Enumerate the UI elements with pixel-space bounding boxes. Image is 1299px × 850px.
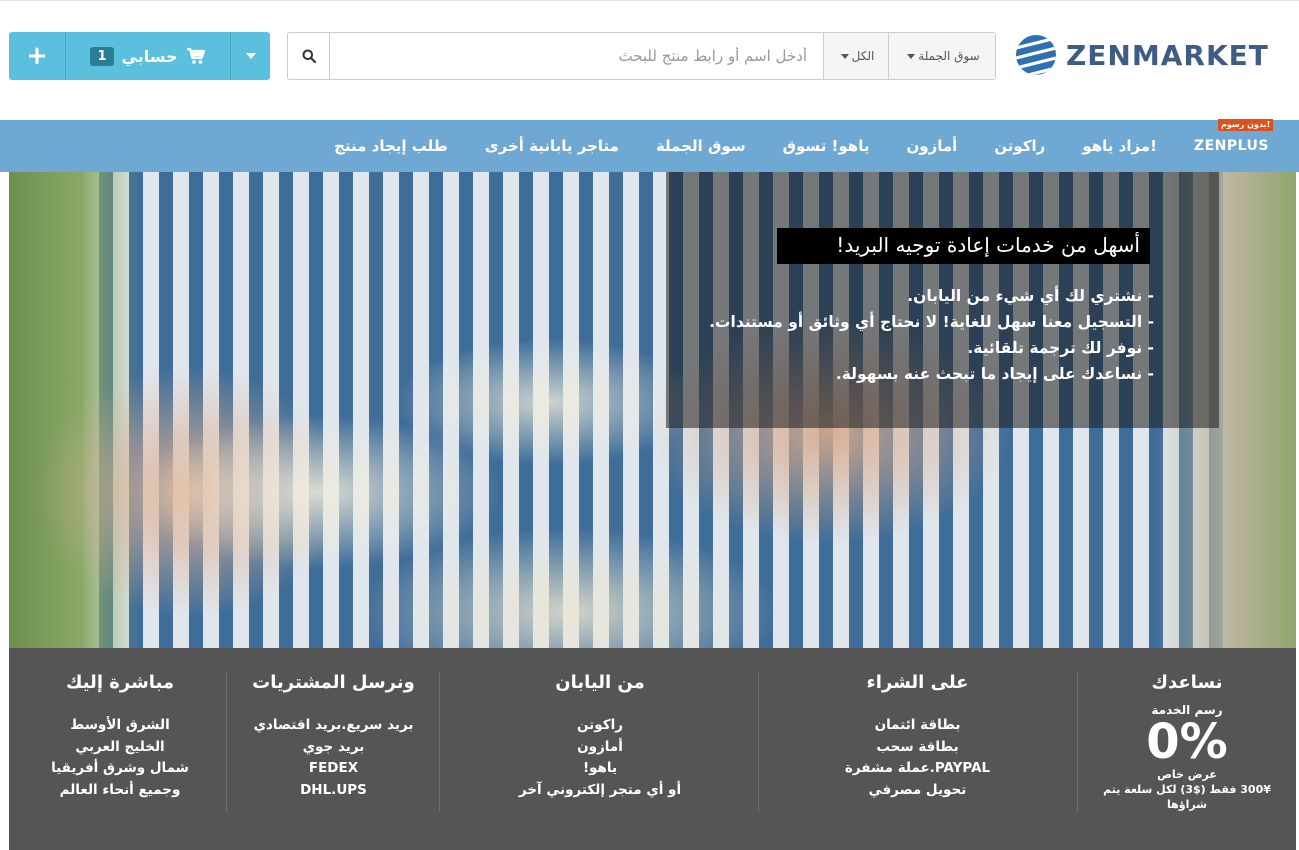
feature-column-shipping: ونرسل المشتريات بريد سريع.بريد اقتصادي ب…	[236, 672, 431, 801]
feature-item: الشرق الأوسط	[70, 717, 170, 733]
logo-wordmark: ZENMARKET	[1066, 38, 1269, 72]
nav-item-rakuten[interactable]: راكوتن	[994, 137, 1045, 155]
category-dropdown-label: الكل	[851, 49, 875, 63]
hero-bullet: - نساعدك على إيجاد ما تبحث عنه بسهولة.	[835, 365, 1154, 383]
feature-column-help: نساعدك رسم الخدمة 0% عرض خاص 300¥ فقط ($…	[1087, 672, 1287, 812]
feature-item: وجميع أنحاء العالم	[59, 781, 181, 798]
search-bar: الكل سوق الجملة	[287, 32, 996, 80]
chevron-down-icon	[840, 53, 849, 59]
feature-heading: على الشراء	[866, 672, 969, 693]
globe-logo-icon	[1016, 35, 1056, 75]
nav-list: ZENPLUS مزاد ياهو! راكوتن أمازون ياهو! ت…	[334, 120, 1269, 172]
nav-item-wholesale-market[interactable]: سوق الجملة	[656, 137, 746, 155]
account-cart-button[interactable]: 1 حسابي	[66, 32, 230, 80]
search-icon	[302, 49, 316, 63]
feature-item: أو أي متجر إلكتروني آخر	[518, 781, 682, 798]
feature-item: تحويل مصرفي	[868, 781, 967, 798]
nav-item-product-request[interactable]: طلب إيجاد منتج	[334, 137, 448, 155]
feature-column-stores: من اليابان راكوتن أمازون ياهو! أو أي متج…	[450, 672, 750, 801]
hero-bullet: - نشتري لك أي شيء من اليابان.	[907, 287, 1154, 305]
search-button[interactable]	[288, 33, 330, 79]
account-button-group: + 1 حسابي	[9, 32, 270, 80]
add-button[interactable]: +	[9, 32, 66, 80]
feature-item: أمازون	[577, 738, 623, 755]
category-dropdown[interactable]: الكل	[823, 33, 888, 79]
nav-item-zenplus[interactable]: ZENPLUS	[1194, 138, 1269, 154]
account-dropdown-toggle[interactable]	[230, 32, 270, 80]
hero-title: أسهل من خدمات إعادة توجيه البريد!	[777, 228, 1150, 264]
column-divider	[226, 672, 227, 812]
feature-item: بطاقة ائتمان	[874, 717, 961, 733]
nav-item-yahoo-shopping[interactable]: ياهو! تسوق	[783, 137, 870, 155]
feature-heading: نساعدك	[1151, 672, 1223, 693]
site-header: ZENMARKET الكل سوق الجملة + 1 حسابي	[0, 0, 1299, 120]
feature-item: بريد جوي	[302, 738, 365, 755]
feature-item: شمال وشرق أفريقيا	[51, 760, 189, 776]
column-divider	[1077, 672, 1078, 812]
feature-column-payment: على الشراء بطاقة ائتمان بطاقة سحب PAYPAL…	[770, 672, 1065, 801]
nav-item-yahoo-auctions[interactable]: مزاد ياهو!	[1082, 137, 1157, 155]
feature-item: بريد سريع.بريد اقتصادي	[253, 717, 414, 733]
feature-heading: من اليابان	[555, 672, 645, 693]
account-label: حسابي	[121, 46, 178, 66]
no-fees-badge: بدون رسوم!	[1218, 119, 1274, 131]
feature-item: FEDEX	[308, 760, 359, 776]
hero-bullet: - نوفر لك ترجمة تلقائية.	[967, 339, 1154, 357]
special-offer-label: عرض خاص	[1157, 768, 1217, 781]
chevron-down-icon	[907, 53, 916, 59]
store-dropdown-label: سوق الجملة	[918, 49, 980, 63]
plus-icon: +	[26, 41, 48, 71]
hero-bullet: - التسجيل معنا سهل للغاية! لا نحتاج أي و…	[709, 313, 1154, 331]
feature-column-destinations: مباشرة إليك الشرق الأوسط الخليج العربي ش…	[20, 672, 220, 801]
feature-item: راكوتن	[577, 717, 623, 733]
shopping-cart-icon	[186, 47, 205, 64]
zenmarket-logo[interactable]: ZENMARKET	[1012, 31, 1272, 79]
main-navigation: ZENPLUS مزاد ياهو! راكوتن أمازون ياهو! ت…	[0, 120, 1299, 172]
column-divider	[758, 672, 759, 812]
feature-item: PAYPAL.عملة مشفرة	[844, 760, 991, 776]
search-input[interactable]	[330, 33, 823, 79]
feature-item: بطاقة سحب	[876, 738, 959, 755]
feature-item: DHL.UPS	[300, 781, 367, 798]
service-fee-value: 0%	[1146, 714, 1228, 770]
special-offer-text: 300¥ فقط ($3) لكل سلعة يتم شراؤها	[1103, 783, 1271, 811]
feature-heading: مباشرة إليك	[65, 672, 175, 693]
feature-item: الخليج العربي	[75, 738, 165, 755]
feature-heading: ونرسل المشتريات	[252, 672, 415, 693]
column-divider	[439, 672, 440, 812]
store-dropdown[interactable]: سوق الجملة	[888, 33, 995, 79]
nav-item-amazon[interactable]: أمازون	[906, 137, 957, 155]
nav-item-other-japanese-stores[interactable]: متاجر يابانية أخرى	[485, 137, 619, 155]
hero-bullet-list: - نشتري لك أي شيء من اليابان. - التسجيل …	[666, 283, 1154, 387]
chevron-down-icon	[245, 53, 256, 59]
cart-count-badge: 1	[90, 46, 114, 66]
feature-item: ياهو!	[582, 760, 618, 776]
